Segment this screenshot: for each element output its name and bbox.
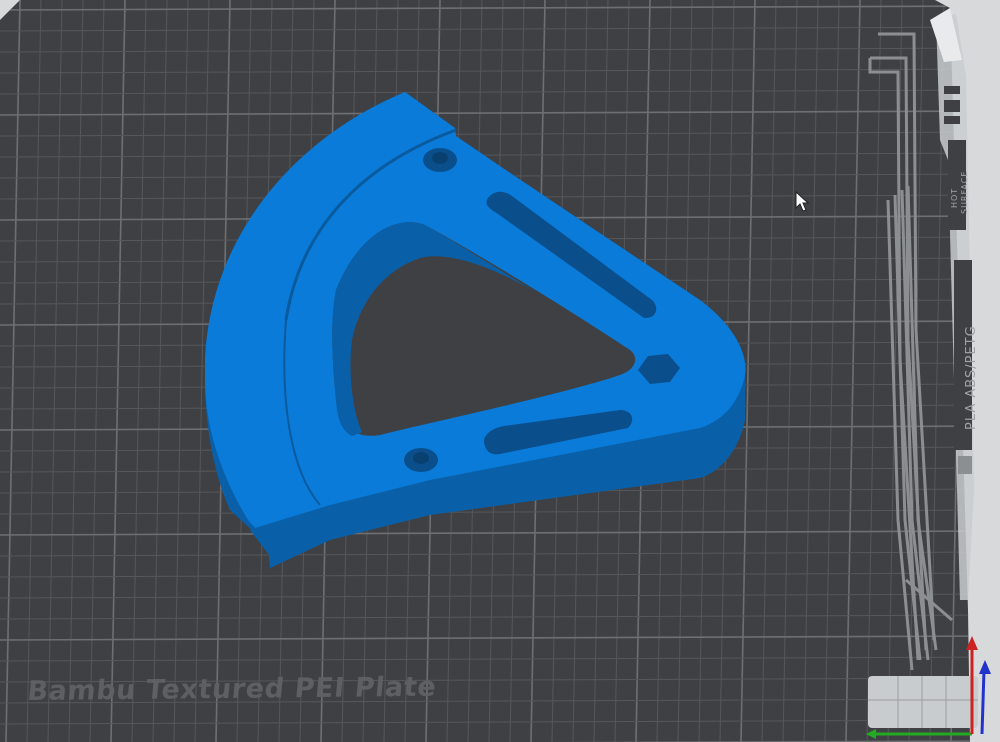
plate-name-label: Bambu Textured PEI Plate: [26, 671, 438, 707]
panel-icon-c: [944, 116, 960, 124]
bambu-logo-icon: [958, 456, 972, 474]
panel-icon-a: [944, 86, 960, 94]
origin-pad: [868, 676, 978, 728]
3d-viewport[interactable]: Bambu Textured PEI Plate PLA ABS/PETG HO…: [0, 0, 1000, 742]
filament-type-label: PLA ABS/PETG: [964, 325, 979, 430]
grid-line: [993, 0, 1000, 742]
surface-label: SURFACE: [960, 170, 969, 214]
hot-label: HOT: [950, 187, 959, 208]
build-plate-scene[interactable]: [0, 0, 1000, 742]
panel-icon-b: [944, 100, 960, 112]
